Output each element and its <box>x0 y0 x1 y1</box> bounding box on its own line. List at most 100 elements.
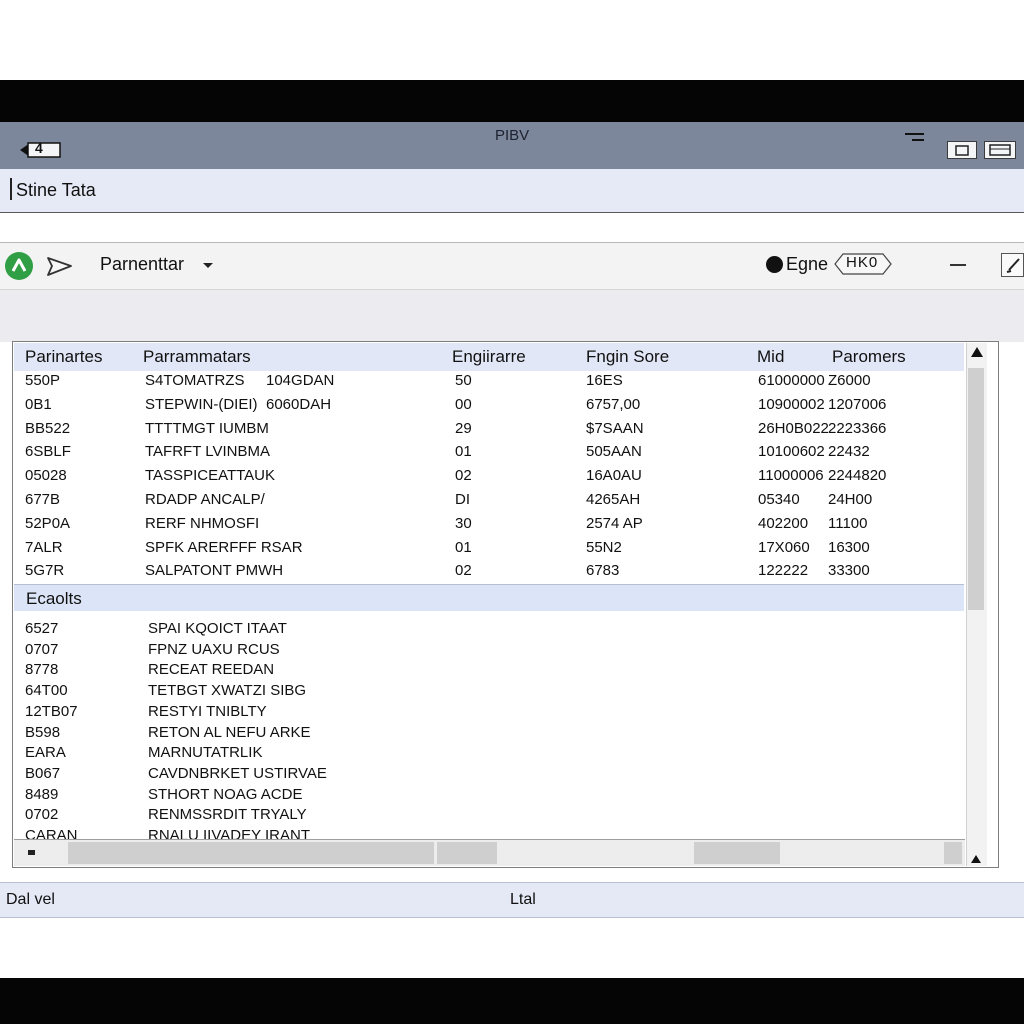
table-cell: 11100 <box>828 514 868 532</box>
table-cell: 26H0B022 <box>758 419 829 437</box>
table-row[interactable]: BB522 TTTTMGT IUMBM 29 $7SAAN 26H0B022 222336… <box>0 420 960 444</box>
list-item-cell: B598 <box>25 723 61 741</box>
connect-button[interactable] <box>5 252 33 280</box>
scroll-down-icon[interactable] <box>970 851 982 869</box>
list-item[interactable]: 8778 RECEAT REEDAN <box>0 661 960 681</box>
text-cursor <box>10 178 12 200</box>
table-cell: 505AAN <box>586 443 642 461</box>
list-item[interactable]: 12TB07 RESTYI TNIBLTY <box>0 703 960 723</box>
column-header[interactable]: Paromers <box>832 347 906 367</box>
table-cell: RERF NHMOSFI <box>145 514 260 532</box>
table-cell: 2223366 <box>828 419 887 437</box>
edit-button[interactable] <box>1001 253 1024 277</box>
list-item[interactable]: 0707 FPNZ UAXU RCUS <box>0 641 960 661</box>
collapse-icon[interactable] <box>950 264 966 266</box>
status-left: Dal vel <box>6 891 55 908</box>
list-item-cell: SPAI KQOICT ITAAT <box>148 620 287 637</box>
connect-icon <box>11 258 27 272</box>
table-cell: 24H00 <box>828 491 873 508</box>
table-cell: 50 <box>455 372 472 389</box>
scroll-up-icon[interactable] <box>970 345 984 363</box>
table-row[interactable]: 7ALR SPFK ARERFFF RSAR 01 55N2 17X060 16300 <box>0 539 960 563</box>
maximize-button[interactable] <box>984 141 1016 159</box>
list-item[interactable]: 0702 RENMSSRDIT TRYALY <box>0 806 960 826</box>
table-cell: 10900002 <box>758 395 825 413</box>
list-item[interactable]: 6527 SPAI KQOICT ITAAT <box>0 620 960 640</box>
table-cell: 2244820 <box>828 467 887 485</box>
send-button[interactable] <box>44 252 74 285</box>
table-cell: RDADP ANCALP/ <box>145 491 265 508</box>
list-item-cell: CAVDNBRKET USTIRVAE <box>148 764 327 782</box>
minimize-icon <box>955 145 969 156</box>
horizontal-scroll-thumb[interactable] <box>68 842 434 864</box>
table-cell: STEPWIN-(DIEI) <box>145 395 258 413</box>
column-header[interactable]: Mid <box>757 347 784 367</box>
table-cell: Z6000 <box>828 372 871 389</box>
column-header[interactable]: Parrammatars <box>143 347 251 367</box>
table-row[interactable]: 0B1 STEPWIN-(DIEI) 6060DAH 00 6757,00 1090000… <box>0 396 960 420</box>
table-cell: 01 <box>455 443 472 461</box>
table-cell: SPFK ARERFFF RSAR <box>145 538 303 556</box>
list-item[interactable]: EARA MARNUTATRLIK <box>0 744 960 764</box>
list-item[interactable]: 64T00 TETBGT XWATZI SIBG <box>0 682 960 702</box>
table-cell: 6783 <box>586 562 620 580</box>
table-cell: 17X060 <box>758 538 810 556</box>
table-cell: 01 <box>455 538 472 556</box>
table-cell: 22432 <box>828 443 870 461</box>
menu-icon[interactable] <box>904 130 926 148</box>
list-item-cell: RECEAT REEDAN <box>148 661 275 679</box>
table-cell: 402200 <box>758 514 809 532</box>
chevron-down-icon[interactable] <box>202 258 214 276</box>
table-cell: 05028 <box>25 467 67 485</box>
scroll-track-segment <box>437 842 497 864</box>
top-bezel <box>0 80 1024 122</box>
table-cell: 0B1 <box>25 395 52 413</box>
table-cell: 104GDAN <box>266 372 335 389</box>
table-row[interactable]: 6SBLF TAFRFT LVINBMA 01 505AAN 10100602 22432 <box>0 443 960 467</box>
table-cell: 16ES <box>586 372 623 389</box>
list-item-cell: RETON AL NEFU ARKE <box>148 723 311 741</box>
table-cell: DI <box>455 491 470 508</box>
list-item-cell: B067 <box>25 764 61 782</box>
back-button[interactable]: 4 <box>18 140 62 160</box>
table-cell: 550P <box>25 372 61 389</box>
send-icon <box>47 257 72 276</box>
table-cell: 02 <box>455 562 472 580</box>
table-row[interactable]: 677B RDADP ANCALP/DI 4265AH 05340 24H00 <box>0 491 960 515</box>
scroll-left-icon[interactable] <box>28 850 35 855</box>
column-header[interactable]: Fngin Sore <box>586 347 669 367</box>
window-title: PIBV <box>495 127 530 144</box>
parameter-dropdown-label[interactable]: Parnenttar <box>100 254 184 275</box>
list-item-cell: 0707 <box>25 640 59 658</box>
vertical-scroll-thumb[interactable] <box>968 368 984 610</box>
maximize-icon <box>989 144 1011 156</box>
list-item[interactable]: B067 CAVDNBRKET USTIRVAE <box>0 765 960 785</box>
table-cell: 29 <box>455 419 472 437</box>
events-title: Ecaolts <box>26 589 82 608</box>
column-header[interactable]: Parinartes <box>25 347 102 367</box>
column-header[interactable]: Engiirarre <box>452 347 526 367</box>
table-cell: 61000000 <box>758 372 825 389</box>
table-cell: 11000006 <box>758 467 824 485</box>
table-cell: TASSPICEATTAUK <box>145 467 276 485</box>
table-row[interactable]: 05028 TASSPICEATTAUK 02 16A0AU 11000006 22448… <box>0 467 960 491</box>
table-cell: 02 <box>455 467 472 485</box>
table-row[interactable]: 52P0A RERF NHMOSFI 30 2574 AP 402200 11100 <box>0 515 960 539</box>
app-subtitle: Stine Tata <box>16 180 96 200</box>
table-cell: 52P0A <box>25 514 71 532</box>
table-cell: 4265AH <box>586 491 641 508</box>
list-item-cell: TETBGT XWATZI SIBG <box>148 682 307 700</box>
list-item-cell: 8489 <box>25 785 59 803</box>
list-item[interactable]: B598 RETON AL NEFU ARKE <box>0 724 960 744</box>
table-cell: 16300 <box>828 538 870 556</box>
table-row[interactable]: 5G7R SALPATONT PMWH 02 6783 122222 33300 <box>0 562 960 586</box>
minimize-button[interactable] <box>947 141 977 159</box>
list-item[interactable]: 8489 STHORT NOAG ACDE <box>0 786 960 806</box>
engine-chip[interactable]: HK0 <box>834 252 892 276</box>
table-cell: 05340 <box>758 491 800 508</box>
table-cell: BB522 <box>25 419 71 437</box>
table-row[interactable]: 550P S4TOMATRZS 104GDAN 50 16ES 61000000 Z6000 <box>0 372 960 396</box>
app-header <box>0 169 1024 213</box>
list-item-cell: MARNUTATRLIK <box>148 744 263 762</box>
list-item-cell: 8778 <box>25 661 59 679</box>
